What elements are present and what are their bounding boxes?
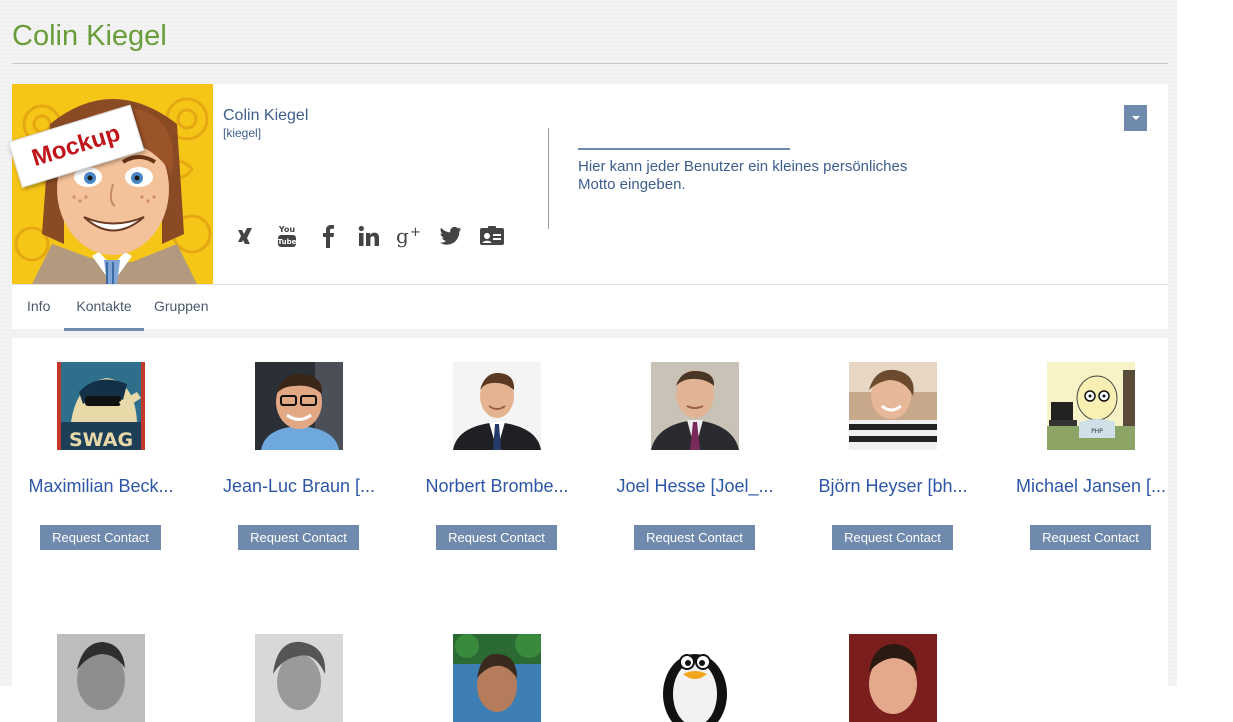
facebook-icon[interactable]	[314, 222, 342, 250]
contact-photo[interactable]	[651, 634, 739, 722]
request-contact-button[interactable]: Request Contact	[40, 525, 161, 550]
caret-down-icon	[1131, 116, 1140, 120]
contact-name[interactable]: Björn Heyser [bh...	[814, 476, 972, 497]
svg-text:SWAG: SWAG	[69, 429, 133, 450]
page-title: Colin Kiegel	[12, 20, 167, 52]
contact-photo[interactable]	[255, 362, 343, 450]
contacts-panel: SWAG Maximilian Beck... Request Contact …	[12, 338, 1168, 722]
request-contact-button[interactable]: Request Contact	[832, 525, 953, 550]
xing-icon[interactable]	[232, 222, 260, 250]
svg-text:PHP: PHP	[1091, 428, 1103, 435]
google-plus-icon[interactable]: g +	[396, 222, 424, 250]
contact-photo[interactable]	[849, 362, 937, 450]
linkedin-icon[interactable]	[355, 222, 383, 250]
contact-photo[interactable]	[57, 634, 145, 722]
contact-name[interactable]: Joel Hesse [Joel_...	[616, 476, 774, 497]
contact-card: Björn Heyser [bh... Request Contact	[804, 338, 1002, 550]
request-contact-button[interactable]: Request Contact	[238, 525, 359, 550]
profile-card: Mockup Colin Kiegel [kiegel] You Tube g + …	[8, 84, 1168, 331]
request-contact-button[interactable]: Request Contact	[436, 525, 557, 550]
profile-username: [kiegel]	[223, 126, 262, 140]
svg-text:Tube: Tube	[278, 238, 297, 246]
svg-text:You: You	[278, 225, 296, 234]
contact-card: Norbert Brombe... Request Contact	[408, 338, 606, 550]
contact-name[interactable]: Maximilian Beck...	[22, 476, 180, 497]
contact-photo[interactable]	[651, 362, 739, 450]
contact-card: SWAG Maximilian Beck... Request Contact	[12, 338, 210, 550]
tab-info[interactable]: Info	[27, 285, 50, 328]
svg-text:+: +	[410, 225, 421, 240]
social-links: You Tube g +	[232, 222, 519, 250]
contact-photo[interactable]	[255, 634, 343, 722]
profile-divider	[548, 128, 549, 229]
profile-name: Colin Kiegel	[223, 107, 309, 124]
twitter-icon[interactable]	[437, 222, 465, 250]
title-divider	[12, 63, 1168, 64]
contact-name[interactable]: Jean-Luc Braun [...	[220, 476, 378, 497]
profile-tabs: Info Kontakte Gruppen	[12, 284, 1168, 331]
contact-name[interactable]: Michael Jansen [...	[1012, 476, 1170, 497]
profile-options-dropdown[interactable]	[1124, 105, 1147, 131]
contact-photo[interactable]: SWAG	[57, 362, 145, 450]
contact-photo[interactable]	[849, 634, 937, 722]
motto-underline	[578, 148, 790, 150]
contact-photo[interactable]	[453, 362, 541, 450]
contact-card: PHP Michael Jansen [... Request Contact	[1002, 338, 1200, 550]
contact-card-icon[interactable]	[478, 222, 506, 250]
contact-name[interactable]: Norbert Brombe...	[418, 476, 576, 497]
request-contact-button[interactable]: Request Contact	[634, 525, 755, 550]
contact-photo[interactable]: PHP	[1047, 362, 1135, 450]
tab-gruppen[interactable]: Gruppen	[154, 285, 208, 328]
request-contact-button[interactable]: Request Contact	[1030, 525, 1151, 550]
profile-motto: Hier kann jeder Benutzer ein kleines per…	[578, 158, 908, 193]
contact-photo[interactable]	[453, 634, 541, 722]
svg-text:g: g	[396, 224, 409, 248]
youtube-icon[interactable]: You Tube	[273, 222, 301, 250]
contact-card: Jean-Luc Braun [... Request Contact	[210, 338, 408, 550]
tab-kontakte[interactable]: Kontakte	[64, 285, 144, 331]
contact-card: Joel Hesse [Joel_... Request Contact	[606, 338, 804, 550]
